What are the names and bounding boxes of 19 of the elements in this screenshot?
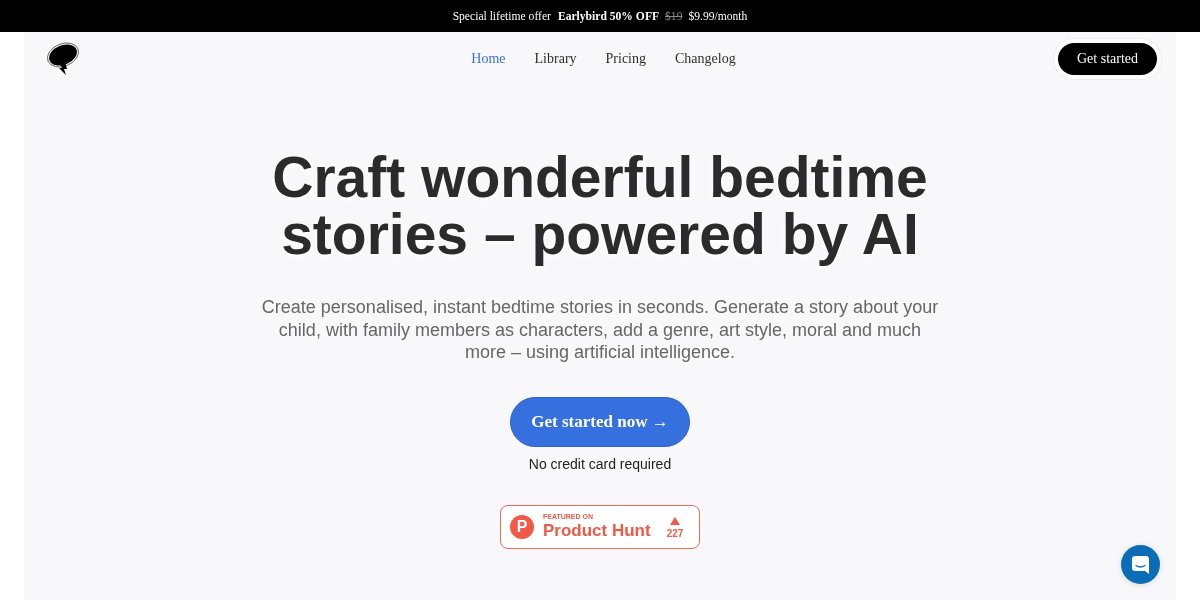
chat-launcher-button[interactable]: [1121, 545, 1160, 584]
offer-label: Special lifetime offer: [452, 9, 551, 23]
letter-logo: P: [510, 514, 534, 539]
upvote-triangle-icon: [670, 517, 680, 525]
badge-title: Product Hunt: [543, 521, 651, 540]
get-started-button[interactable]: Get started: [1057, 43, 1157, 75]
no-credit-card-note: No credit card required: [528, 455, 672, 472]
hero-subtitle: Create personalised, instant bedtime stories in seconds. Generate a story about your child, with family members as characters, add a genre, art style, moral and much more – using artificial intelligence.: [260, 296, 940, 364]
nav-link[interactable]: Pricing: [605, 51, 646, 67]
speech-bubble-logo-icon[interactable]: [45, 42, 81, 76]
discount-label: Earlybird 50% OFF: [557, 9, 660, 23]
old-price: $19: [665, 9, 683, 23]
nav-link[interactable]: Home: [471, 51, 506, 67]
nav-link[interactable]: Library: [534, 51, 577, 67]
price-label: $9.99/month: [688, 9, 748, 23]
chat-bubble-icon: [1132, 555, 1149, 574]
get-started-now-button[interactable]: Get started now →: [510, 396, 690, 447]
nav-link[interactable]: Changelog: [675, 51, 736, 67]
vote-count: 227: [666, 528, 684, 540]
